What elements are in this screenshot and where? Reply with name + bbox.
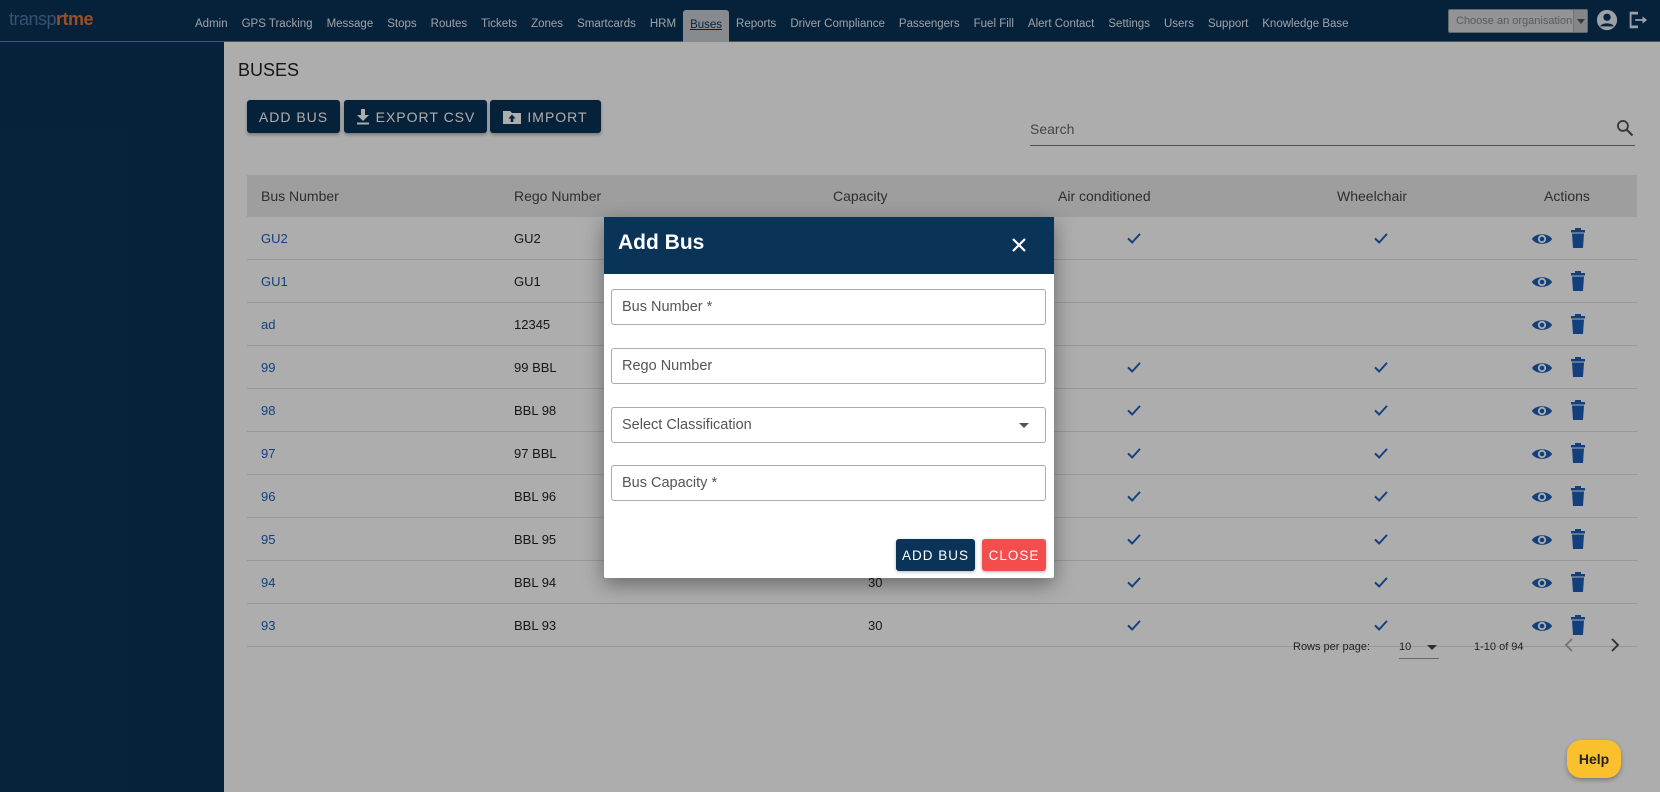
rego-number-field [611, 348, 1046, 384]
dialog-close-button[interactable]: CLOSE [982, 539, 1046, 571]
chevron-down-icon [1019, 423, 1029, 428]
bus-number-field [611, 289, 1046, 325]
dialog-add-bus-button-label: ADD BUS [901, 547, 969, 563]
dialog-header: Add Bus [604, 217, 1054, 274]
dialog-add-bus-button[interactable]: ADD BUS [896, 539, 975, 571]
classification-select[interactable]: Select Classification [611, 407, 1046, 443]
bus-number-input[interactable] [612, 290, 1045, 324]
help-button-label: Help [1578, 751, 1610, 767]
rego-number-input[interactable] [612, 349, 1045, 383]
bus-capacity-field [611, 465, 1046, 501]
add-bus-dialog: Add Bus Select Classification ADD BUS CL… [604, 217, 1054, 578]
dialog-title: Add Bus [618, 231, 705, 254]
dialog-close-button-label: CLOSE [988, 547, 1040, 563]
classification-select-placeholder: Select Classification [622, 417, 752, 433]
help-button[interactable]: Help [1567, 740, 1621, 778]
close-icon[interactable] [1011, 237, 1027, 253]
bus-capacity-input[interactable] [612, 466, 1045, 500]
